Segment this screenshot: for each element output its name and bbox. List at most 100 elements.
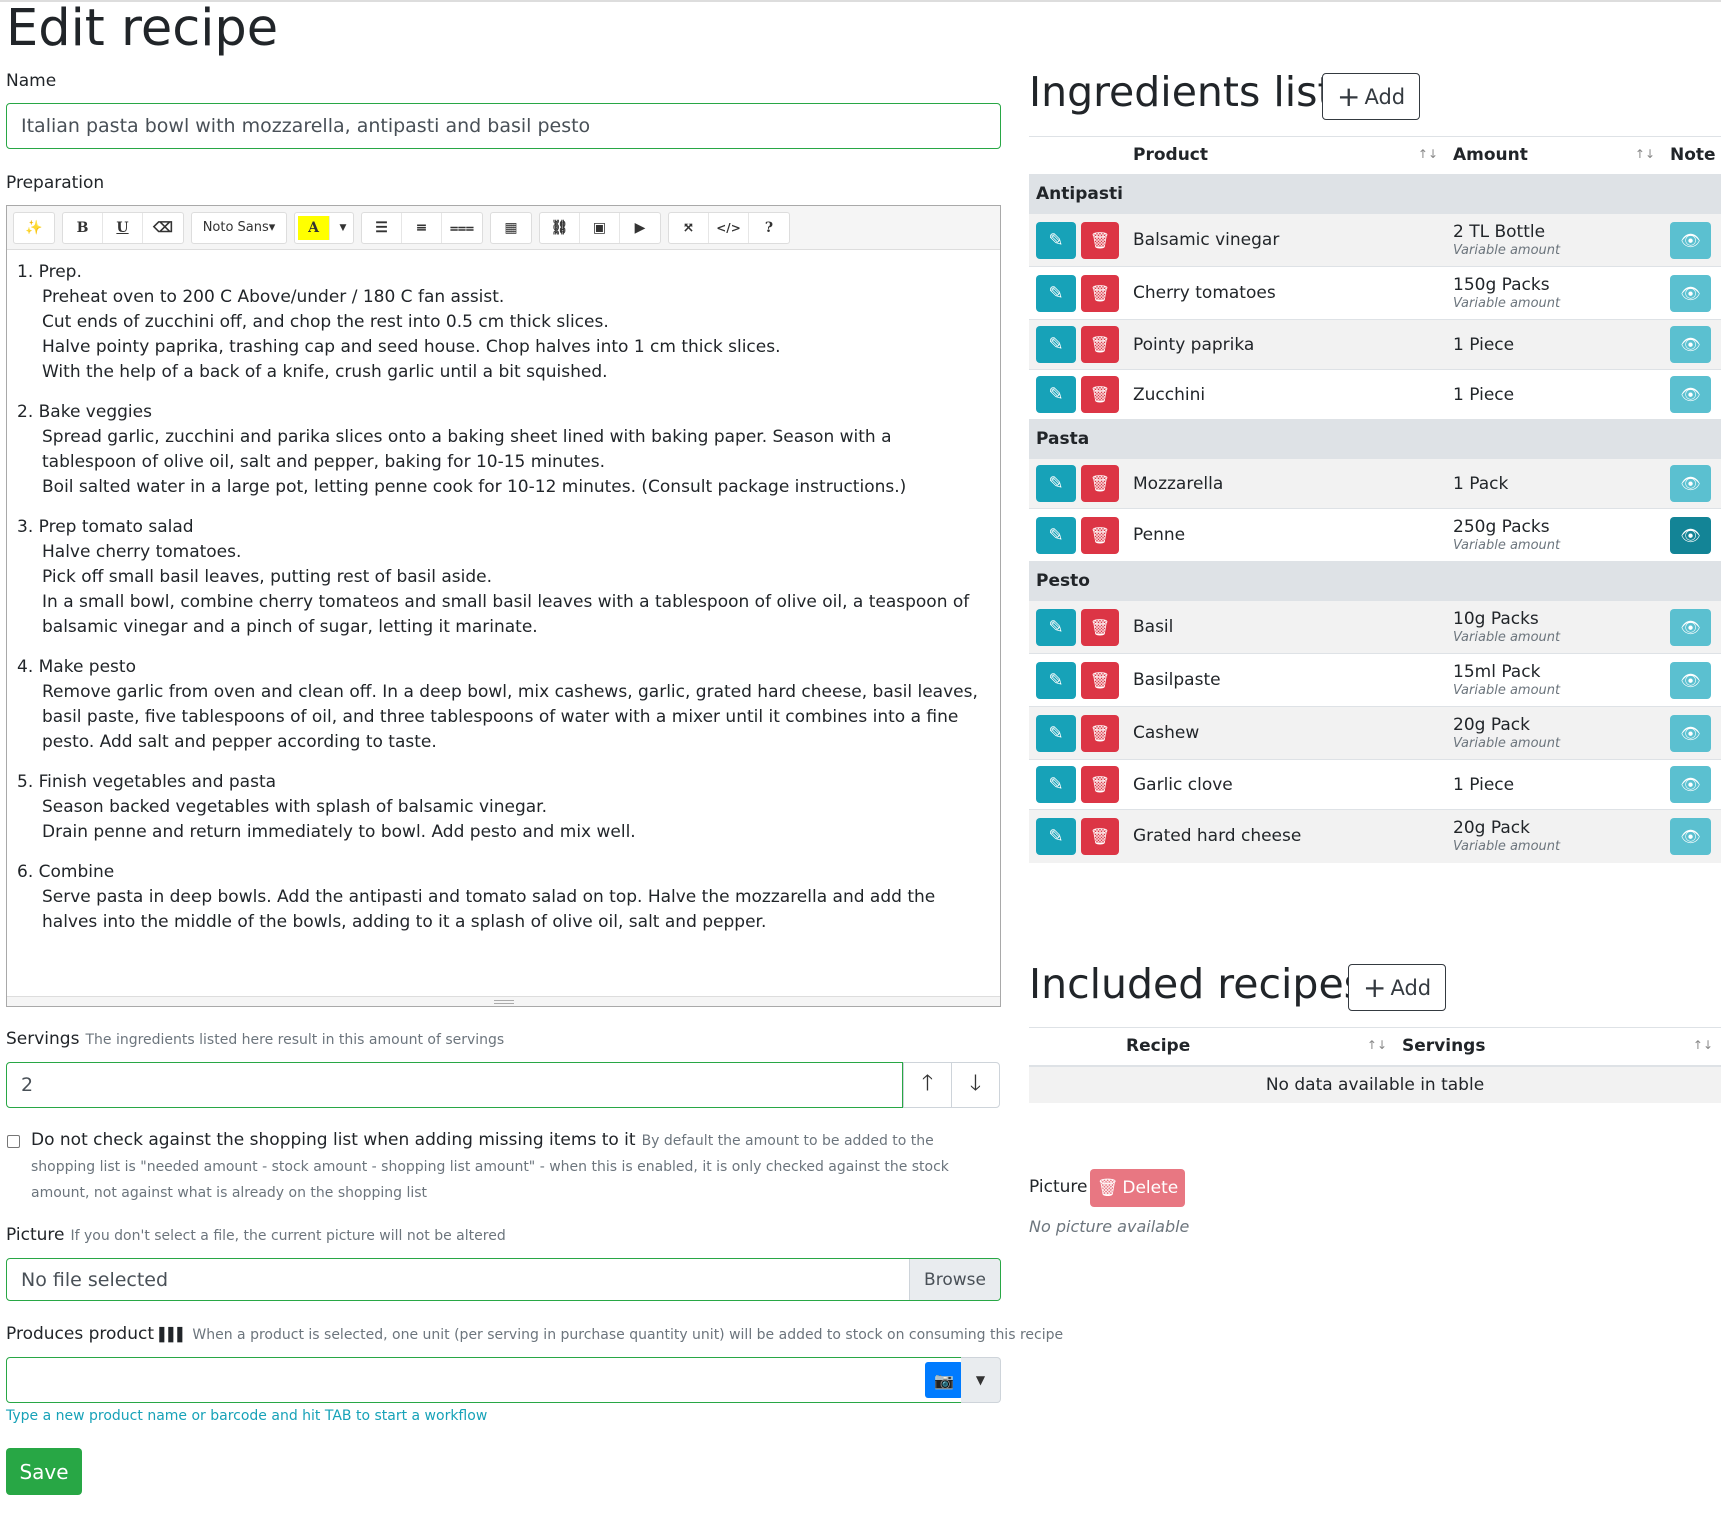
edit-icon[interactable]: ✎: [1036, 516, 1076, 554]
trash-icon[interactable]: 🗑: [1081, 221, 1119, 259]
text-color-button[interactable]: A: [298, 215, 330, 240]
trash-icon[interactable]: 🗑: [1081, 608, 1119, 646]
servings-input[interactable]: 2: [6, 1062, 903, 1108]
resize-handle[interactable]: [7, 996, 1000, 1006]
edit-icon[interactable]: ✎: [1036, 274, 1076, 312]
preparation-step: 4. Make pesto Remove garlic from oven and…: [17, 655, 990, 755]
delete-picture-button[interactable]: 🗑 Delete: [1090, 1169, 1185, 1207]
name-input[interactable]: Italian pasta bowl with mozzarella, anti…: [6, 103, 1001, 149]
variable-amount-label: Variable amount: [1453, 736, 1561, 751]
eye-icon[interactable]: 👁: [1670, 465, 1711, 502]
table-row: ✎ 🗑 Grated hard cheese 20g Pack Variable amo…: [1029, 809, 1721, 863]
add-included-recipe-button[interactable]: + Add: [1348, 964, 1447, 1011]
eye-icon[interactable]: 👁: [1670, 608, 1711, 646]
trash-icon[interactable]: 🗑: [1081, 661, 1119, 699]
edit-icon[interactable]: ✎: [1036, 608, 1076, 646]
browse-button[interactable]: Browse: [909, 1259, 1000, 1300]
add-ingredient-button[interactable]: + Add: [1322, 73, 1421, 120]
video-icon[interactable]: ▶: [620, 213, 660, 243]
servings-column-header[interactable]: Servings ↑↓: [1395, 1027, 1721, 1067]
eye-icon[interactable]: 👁: [1670, 661, 1711, 699]
arrow-down-icon[interactable]: 🡓: [951, 1062, 1000, 1108]
eye-icon[interactable]: 👁: [1670, 274, 1711, 312]
table-row: ✎ 🗑 Garlic clove 1 Piece 👁: [1029, 759, 1721, 810]
paragraph-align-icon[interactable]: ⩶: [442, 213, 482, 243]
eye-icon[interactable]: 👁: [1670, 714, 1711, 752]
save-button[interactable]: Save: [6, 1448, 82, 1495]
arrow-up-icon[interactable]: 🡑: [903, 1062, 952, 1108]
eye-icon[interactable]: 👁: [1670, 221, 1711, 259]
trash-icon[interactable]: 🗑: [1081, 376, 1119, 413]
note-column-header[interactable]: Note: [1663, 136, 1721, 176]
edit-icon[interactable]: ✎: [1036, 661, 1076, 699]
edit-icon[interactable]: ✎: [1036, 766, 1076, 803]
recipe-column-header[interactable]: Recipe ↑↓: [1119, 1027, 1395, 1067]
bulleted-list-icon[interactable]: ☰: [362, 212, 402, 243]
underline-button[interactable]: U: [103, 212, 143, 243]
link-icon[interactable]: ⛓: [540, 212, 580, 243]
preparation-step: 2. Bake veggies Spread garlic, zucchini a…: [17, 400, 990, 500]
preparation-step: 3. Prep tomato salad Halve cherry tomatoe…: [17, 515, 990, 640]
product-column-header[interactable]: Product ↑↓: [1126, 136, 1446, 176]
eye-icon[interactable]: 👁: [1670, 766, 1711, 803]
picture-icon[interactable]: ▣: [580, 212, 620, 243]
trash-icon: 🗑: [1096, 1178, 1119, 1198]
plus-icon: +: [1363, 971, 1387, 1004]
edit-icon[interactable]: ✎: [1036, 817, 1076, 855]
bold-button[interactable]: B: [63, 212, 103, 243]
amount-column-header[interactable]: Amount ↑↓: [1446, 136, 1663, 176]
amount-value: 20g Pack: [1453, 818, 1530, 839]
code-view-icon[interactable]: </>: [709, 212, 749, 243]
note-cell: 👁: [1663, 653, 1721, 707]
trash-icon[interactable]: 🗑: [1081, 274, 1119, 312]
produces-product-input[interactable]: [6, 1357, 962, 1403]
servings-value: 2: [21, 1074, 34, 1096]
edit-icon[interactable]: ✎: [1036, 221, 1076, 259]
edit-icon[interactable]: ✎: [1036, 376, 1076, 413]
trash-icon[interactable]: 🗑: [1081, 714, 1119, 752]
included-recipes-table: Recipe ↑↓ Servings ↑↓ No data available in…: [1029, 1027, 1721, 1103]
preparation-text[interactable]: 1. Prep. Preheat oven to 200 C Above/unde…: [7, 250, 1000, 990]
picture-file-input[interactable]: No file selected: [6, 1258, 1001, 1301]
eraser-icon[interactable]: ⌫: [143, 213, 183, 243]
note-cell: 👁: [1663, 266, 1721, 320]
eye-icon[interactable]: 👁: [1670, 376, 1711, 413]
amount-cell: 150g Packs Variable amount: [1446, 266, 1663, 320]
picture-hint: If you don't select a file, the current …: [70, 1228, 506, 1244]
table-row: ✎ 🗑 Balsamic vinegar 2 TL Bottle Variable am…: [1029, 213, 1721, 267]
step-line: Cut ends of zucchini off, and chop the r…: [42, 312, 609, 332]
shopping-list-checkbox-label: Do not check against the shopping list w…: [31, 1128, 1001, 1206]
servings-hint: The ingredients listed here result in th…: [85, 1032, 505, 1048]
edit-icon[interactable]: ✎: [1036, 326, 1076, 363]
amount-value: 20g Pack: [1453, 715, 1530, 735]
step-title: 4. Make pesto: [17, 657, 136, 677]
chevron-down-icon[interactable]: ▼: [333, 213, 353, 243]
table-icon[interactable]: ▦: [491, 213, 531, 243]
magic-wand-icon[interactable]: ✨: [14, 213, 54, 243]
help-icon[interactable]: ?: [749, 213, 789, 243]
shopping-list-checkbox[interactable]: [7, 1135, 20, 1148]
camera-icon[interactable]: 📷: [925, 1362, 963, 1398]
table-row: ✎ 🗑 Cashew 20g Pack Variable amount 👁: [1029, 706, 1721, 760]
edit-icon[interactable]: ✎: [1036, 465, 1076, 502]
preparation-editor[interactable]: ✨ B U ⌫ Noto Sans ▾ A ▼ ☰ ≡ ⩶ ▦ ⛓ ▣ ▶ ⤧ <…: [6, 205, 1001, 1007]
trash-icon[interactable]: 🗑: [1081, 326, 1119, 363]
trash-icon[interactable]: 🗑: [1081, 766, 1119, 803]
fullscreen-icon[interactable]: ⤧: [669, 212, 709, 243]
step-line: In a small bowl, combine cherry tomateos…: [42, 592, 975, 637]
product-dropdown-toggle[interactable]: ▼: [961, 1357, 1001, 1403]
edit-icon[interactable]: ✎: [1036, 714, 1076, 752]
note-cell: 👁: [1663, 319, 1721, 370]
trash-icon[interactable]: 🗑: [1081, 465, 1119, 502]
group-name: Pesto: [1029, 561, 1721, 601]
eye-icon[interactable]: 👁: [1670, 817, 1711, 855]
trash-icon[interactable]: 🗑: [1081, 817, 1119, 855]
amount-cell: 10g Packs Variable amount: [1446, 600, 1663, 654]
numbered-list-icon[interactable]: ≡: [402, 212, 442, 243]
eye-icon[interactable]: 👁: [1670, 516, 1711, 554]
product-cell: Basilpaste: [1126, 653, 1446, 707]
eye-icon[interactable]: 👁: [1670, 326, 1711, 363]
font-family-dropdown[interactable]: Noto Sans ▾: [192, 213, 286, 243]
amount-value: 250g Packs: [1453, 517, 1550, 537]
trash-icon[interactable]: 🗑: [1081, 516, 1119, 554]
